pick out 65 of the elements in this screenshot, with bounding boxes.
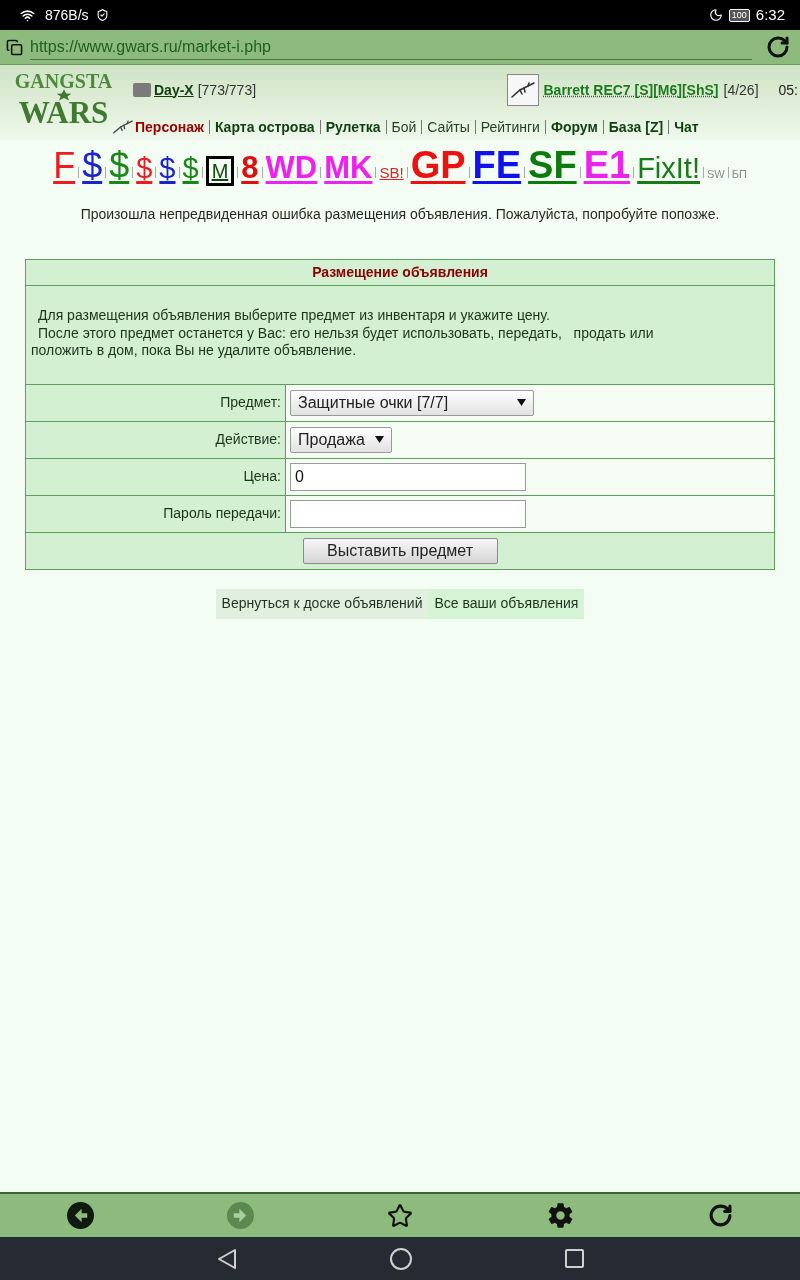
- settings-icon[interactable]: [546, 1202, 574, 1229]
- quick-link[interactable]: SB!: [379, 165, 404, 180]
- network-speed: 876B/s: [45, 5, 89, 25]
- quick-link[interactable]: $: [109, 148, 130, 184]
- caret-icon: [374, 436, 384, 443]
- quick-link[interactable]: FE: [472, 146, 522, 184]
- back-icon[interactable]: [66, 1202, 94, 1229]
- input-field[interactable]: [290, 499, 526, 528]
- quick-link[interactable]: $: [136, 154, 153, 183]
- moon-icon: [708, 8, 723, 22]
- quick-link[interactable]: FixIt!: [637, 154, 700, 183]
- intro-text: После этого предмет останется у Вас: его нельзя будет использовать, передать, продать или положить в дом, пока Вы не удалите объявление.: [31, 324, 655, 360]
- quick-link[interactable]: M: [205, 156, 235, 186]
- dropdown[interactable]: Защитные очки [7/7]: [290, 389, 534, 416]
- field-label: Действие:: [215, 431, 281, 447]
- field-label: Цена:: [243, 468, 281, 484]
- quick-link[interactable]: SF: [528, 146, 577, 184]
- dropdown[interactable]: Продажа: [290, 426, 392, 453]
- nav-link[interactable]: Форум: [550, 116, 598, 138]
- badge-icon: [133, 83, 151, 97]
- quick-link[interactable]: 8: [241, 152, 259, 183]
- battery-indicator: 100: [728, 8, 750, 22]
- copy-icon[interactable]: [6, 37, 23, 57]
- back-icon[interactable]: [216, 1247, 237, 1270]
- player-health: [773/773]: [197, 80, 257, 100]
- clock: 6:32: [755, 4, 785, 25]
- star-icon[interactable]: [387, 1202, 413, 1229]
- nav-link[interactable]: База [Z]: [608, 116, 664, 138]
- input-field[interactable]: 0: [290, 462, 526, 491]
- nav-link[interactable]: Карта острова: [214, 116, 315, 138]
- nav-link[interactable]: Сайты: [427, 116, 470, 138]
- reload-icon[interactable]: [707, 1203, 733, 1228]
- back-to-board-link[interactable]: Вернуться к доске объявлений: [215, 588, 429, 619]
- player-name-link[interactable]: Day-X: [154, 79, 194, 101]
- quick-link[interactable]: $: [159, 154, 176, 183]
- nav-link[interactable]: Рулетка: [325, 116, 381, 138]
- field-label: Пароль передачи:: [163, 505, 281, 521]
- nav-link[interactable]: Рейтинги: [480, 116, 540, 138]
- quick-link[interactable]: SW: [707, 169, 725, 180]
- weapon-name-link[interactable]: Barrett REC7 [S][M6][ShS]: [543, 79, 719, 101]
- quick-link[interactable]: F: [53, 148, 76, 184]
- wifi-icon: [19, 7, 36, 23]
- submit-button[interactable]: Выставить предмет: [302, 537, 498, 564]
- logo-text: WARS: [18, 99, 109, 127]
- field-label: Предмет:: [220, 394, 281, 410]
- recents-icon[interactable]: [564, 1249, 584, 1268]
- form-title: Размещение объявления: [312, 264, 488, 280]
- nav-link[interactable]: Бой: [391, 116, 417, 138]
- home-icon[interactable]: [389, 1247, 412, 1270]
- my-ads-link[interactable]: Все ваши объявления: [428, 588, 585, 619]
- quick-link[interactable]: GP: [410, 146, 466, 184]
- logo-text: GANGSTA: [14, 71, 113, 91]
- shield-icon: [95, 8, 109, 22]
- intro-text: Для размещения объявления выберите предмет из инвентаря и укажите цену.: [37, 307, 551, 325]
- rifle-icon: [113, 120, 133, 134]
- quick-link[interactable]: $: [82, 148, 103, 184]
- weapon-ammo: [4/26]: [723, 80, 759, 100]
- error-message: Произошла непредвиденная ошибка размещения объявления. Пожалуйста, попробуйте попозже.: [79, 206, 721, 223]
- reload-icon[interactable]: [766, 35, 790, 59]
- server-time: 05:: [778, 80, 798, 100]
- nav-link[interactable]: Персонаж: [135, 116, 204, 138]
- caret-icon: [517, 399, 526, 406]
- rifle-icon: [511, 80, 536, 100]
- nav-link[interactable]: Чат: [674, 116, 699, 138]
- quick-link[interactable]: $: [182, 154, 199, 183]
